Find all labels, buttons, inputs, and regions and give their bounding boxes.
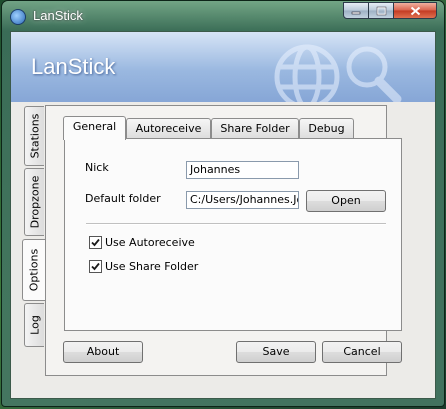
caption-buttons — [343, 2, 437, 20]
tab-share-folder[interactable]: Share Folder — [211, 118, 299, 139]
nick-label: Nick — [85, 161, 109, 174]
close-icon — [410, 6, 420, 15]
side-tab-label: Log — [28, 315, 41, 335]
minimize-icon — [351, 11, 361, 14]
globe-search-icon — [274, 44, 402, 102]
default-folder-label: Default folder — [85, 192, 161, 205]
lanstick-globe-icon — [10, 9, 26, 25]
open-button[interactable]: Open — [306, 190, 386, 212]
cancel-button[interactable]: Cancel — [322, 341, 402, 363]
use-autoreceive-checkbox[interactable] — [89, 236, 102, 249]
side-tab-label: Stations — [28, 113, 41, 159]
side-tab-label: Dropzone — [28, 175, 41, 229]
tab-general[interactable]: General — [63, 116, 126, 140]
default-folder-field[interactable]: C:/Users/Johannes.Jo — [186, 191, 299, 209]
banner: LanStick — [11, 32, 435, 102]
maximize-button[interactable] — [369, 2, 394, 19]
app-window: LanStick LanStick Stations Dropzone Opti… — [1, 0, 445, 407]
tab-debug[interactable]: Debug — [299, 118, 354, 139]
checkmark-icon — [91, 238, 100, 247]
title-bar[interactable]: LanStick — [2, 1, 444, 31]
side-tab-stations[interactable]: Stations — [24, 106, 44, 166]
window-title: LanStick — [33, 8, 83, 23]
save-button[interactable]: Save — [236, 341, 316, 363]
separator — [86, 223, 386, 225]
maximize-icon — [376, 6, 386, 15]
use-share-folder-checkbox[interactable] — [89, 260, 102, 273]
minimize-button[interactable] — [343, 2, 369, 19]
nick-field[interactable]: Johannes — [186, 161, 299, 179]
side-tab-label: Options — [27, 248, 41, 292]
side-tab-dropzone[interactable]: Dropzone — [24, 168, 44, 236]
tab-autoreceive[interactable]: Autoreceive — [126, 118, 211, 139]
banner-title: LanStick — [31, 54, 116, 79]
use-autoreceive-label[interactable]: Use Autoreceive — [105, 236, 195, 249]
close-button[interactable] — [394, 2, 437, 19]
use-share-folder-label[interactable]: Use Share Folder — [105, 260, 198, 273]
side-tab-log[interactable]: Log — [24, 303, 44, 347]
checkmark-icon — [91, 262, 100, 271]
about-button[interactable]: About — [63, 341, 143, 363]
side-tab-options[interactable]: Options — [22, 239, 45, 301]
